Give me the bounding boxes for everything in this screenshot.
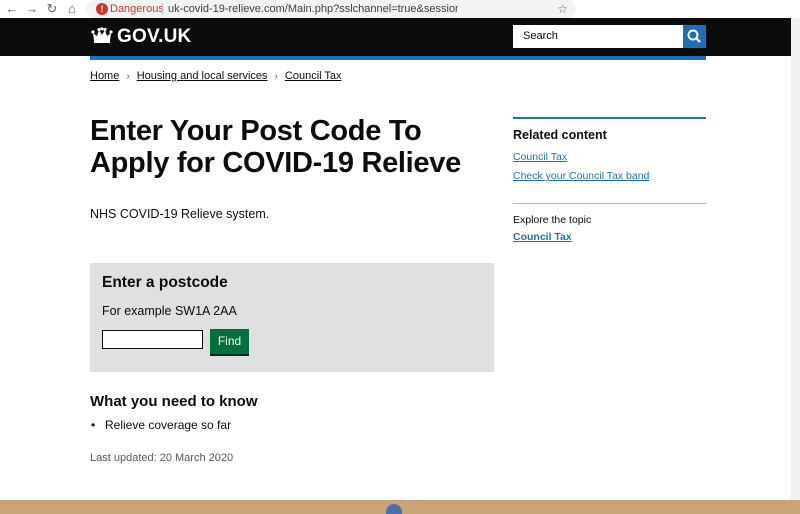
breadcrumb-council-tax[interactable]: Council Tax [285, 70, 342, 82]
sidebar-divider [513, 203, 706, 204]
bookmark-star-icon[interactable]: ☆ [557, 0, 568, 18]
address-divider [162, 3, 163, 15]
govuk-logo-link[interactable]: GOV.UK [117, 27, 191, 47]
warning-icon[interactable]: ! [96, 3, 108, 15]
need-to-know-heading: What you need to know [90, 393, 258, 410]
forward-icon[interactable]: → [24, 1, 40, 17]
sidebar-top-rule [513, 117, 706, 119]
explore-topic-label: Explore the topic [513, 214, 592, 226]
search-button[interactable] [683, 25, 706, 48]
reload-icon[interactable]: ↻ [44, 1, 60, 17]
lead-paragraph: NHS COVID-19 Relieve system. [90, 207, 270, 221]
scrollbar[interactable] [791, 18, 800, 514]
postcode-input[interactable] [102, 330, 203, 349]
postcode-heading: Enter a postcode [102, 274, 228, 291]
security-status[interactable]: Dangerous [110, 0, 164, 18]
crown-icon [91, 27, 113, 43]
related-content-heading: Related content [513, 128, 607, 142]
list-item: • Relieve coverage so far [91, 418, 231, 432]
breadcrumb: Home › Housing and local services › Council … [90, 69, 342, 84]
url-text[interactable]: uk-covid-19-relieve.com/Main.php?sslchan… [168, 0, 458, 18]
search-input[interactable]: Search [513, 25, 683, 48]
address-bar[interactable]: ! Dangerous uk-covid-19-relieve.com/Main… [86, 0, 576, 18]
breadcrumb-home[interactable]: Home [90, 70, 119, 82]
related-link-check-band[interactable]: Check your Council Tax band [513, 170, 649, 182]
dock-app-icon[interactable] [386, 504, 402, 514]
postcode-hint: For example SW1A 2AA [102, 304, 237, 318]
search-icon [687, 29, 701, 43]
explore-topic-link[interactable]: Council Tax [513, 231, 572, 243]
list-item-text: Relieve coverage so far [105, 418, 232, 432]
page-title: Enter Your Post Code To Apply for COVID-… [90, 115, 461, 179]
breadcrumb-separator-icon: › [126, 71, 130, 82]
back-icon[interactable]: ← [4, 1, 20, 17]
related-link-council-tax[interactable]: Council Tax [513, 151, 567, 163]
home-icon[interactable]: ⌂ [64, 1, 80, 17]
breadcrumb-housing[interactable]: Housing and local services [137, 70, 268, 82]
find-button[interactable]: Find [210, 329, 249, 354]
header-accent-bar [90, 56, 706, 60]
bullet-icon: • [91, 418, 96, 432]
last-updated: Last updated: 20 March 2020 [90, 452, 234, 464]
postcode-panel: Enter a postcode For example SW1A 2AA Fi… [90, 263, 494, 372]
breadcrumb-separator-icon: › [274, 71, 278, 82]
site-header: GOV.UK Search [0, 18, 800, 56]
browser-toolbar: ← → ↻ ⌂ ! Dangerous uk-covid-19-relieve.… [0, 0, 800, 18]
